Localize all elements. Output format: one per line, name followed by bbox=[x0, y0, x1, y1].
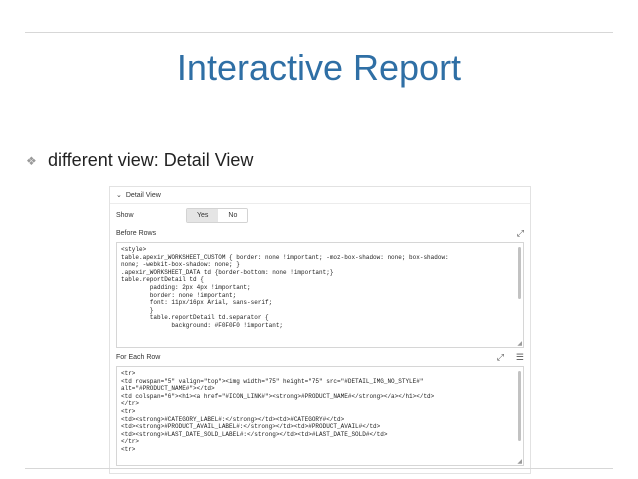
bottom-divider bbox=[25, 468, 613, 469]
detail-view-panel: ⌄ Detail View Show Yes No Before Rows ⤢ … bbox=[109, 186, 531, 474]
show-toggle[interactable]: Yes No bbox=[186, 207, 249, 223]
diamond-bullet-icon: ❖ bbox=[26, 153, 37, 168]
show-label: Show bbox=[116, 211, 134, 219]
before-rows-scrollbar[interactable] bbox=[518, 247, 521, 299]
show-yes-option[interactable]: Yes bbox=[187, 208, 219, 222]
show-row: Show Yes No bbox=[110, 204, 530, 226]
before-rows-header: Before Rows ⤢ bbox=[110, 226, 530, 240]
for-each-row-scrollbar[interactable] bbox=[518, 371, 521, 441]
before-rows-label: Before Rows bbox=[116, 229, 157, 237]
detail-view-title: Detail View bbox=[125, 191, 161, 199]
bullet-text: different view: Detail View bbox=[48, 150, 254, 170]
for-each-row-editor[interactable]: <tr> <td rowspan="5" valign="top"><img w… bbox=[116, 366, 524, 466]
slide-title: Interactive Report bbox=[176, 47, 462, 88]
chevron-down-icon[interactable]: ⌄ bbox=[116, 191, 122, 199]
list-view-icon[interactable]: ☰ bbox=[516, 352, 524, 363]
show-no-option[interactable]: No bbox=[218, 208, 248, 222]
expand-editor-icon[interactable]: ⤢ bbox=[517, 228, 524, 239]
resize-handle-icon[interactable]: ◢ bbox=[517, 458, 522, 465]
expand-editor-icon[interactable]: ⤢ bbox=[497, 352, 504, 363]
top-divider bbox=[25, 32, 613, 33]
before-rows-editor[interactable]: <style> table.apexir_WORKSHEET_CUSTOM { … bbox=[116, 242, 524, 348]
bullet-item: ❖ different view: Detail View bbox=[26, 150, 253, 171]
for-each-row-header: For Each Row ⤢ ☰ bbox=[110, 350, 530, 364]
for-each-row-label: For Each Row bbox=[116, 353, 161, 361]
before-rows-code[interactable]: <style> table.apexir_WORKSHEET_CUSTOM { … bbox=[117, 243, 523, 333]
for-each-row-code[interactable]: <tr> <td rowspan="5" valign="top"><img w… bbox=[117, 367, 523, 457]
resize-handle-icon[interactable]: ◢ bbox=[517, 340, 522, 347]
detail-view-header[interactable]: ⌄ Detail View bbox=[110, 187, 530, 204]
